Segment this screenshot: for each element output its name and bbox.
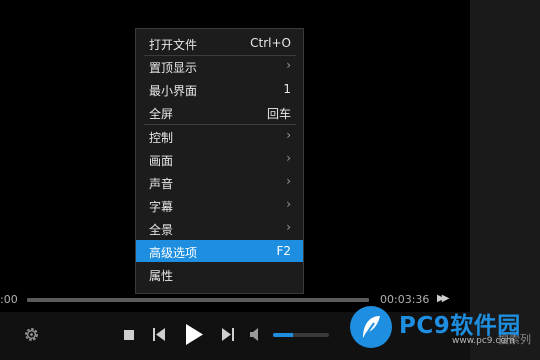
previous-icon[interactable]	[153, 328, 165, 341]
menu-item-label: 字幕	[149, 200, 174, 214]
menu-item-open-file[interactable]: 打开文件 Ctrl+O	[136, 32, 303, 54]
menu-item-label: 属性	[149, 269, 174, 283]
fast-forward-icon[interactable]: ▶▶	[437, 293, 450, 304]
volume-icon[interactable]	[250, 328, 264, 341]
menu-item-properties[interactable]: 属性	[136, 263, 303, 285]
watermark-url: www.pc9.com	[452, 336, 515, 346]
chevron-right-icon: ›	[286, 197, 291, 211]
menu-item-label: 置顶显示	[149, 61, 198, 75]
context-menu: 打开文件 Ctrl+O 置顶显示 › 最小界面 1 全屏 回车 控制 › 画面 …	[135, 28, 304, 294]
menu-item-label: 画面	[149, 154, 174, 168]
menu-item-always-on-top[interactable]: 置顶显示 ›	[136, 55, 303, 77]
watermark-title: PC9软件园	[399, 313, 521, 339]
volume-slider[interactable]	[273, 333, 329, 337]
menu-item-shortcut: Ctrl+O	[250, 36, 291, 50]
menu-item-subtitles[interactable]: 字幕 ›	[136, 194, 303, 216]
menu-item-shortcut: F2	[276, 244, 291, 258]
elapsed-time: :00	[0, 293, 18, 306]
chevron-right-icon: ›	[286, 151, 291, 165]
menu-item-minimal-ui[interactable]: 最小界面 1	[136, 78, 303, 100]
menu-item-shortcut: 回车	[266, 107, 291, 121]
menu-item-label: 全屏	[149, 107, 174, 121]
chevron-right-icon: ›	[286, 128, 291, 142]
menu-item-panorama[interactable]: 全景 ›	[136, 217, 303, 239]
chevron-right-icon: ›	[286, 220, 291, 234]
menu-item-label: 控制	[149, 131, 174, 145]
seek-bar[interactable]	[27, 298, 369, 302]
menu-item-shortcut: 1	[283, 82, 291, 96]
volume-level	[273, 333, 293, 337]
play-icon[interactable]	[185, 324, 203, 345]
menu-item-fullscreen[interactable]: 全屏 回车	[136, 101, 303, 123]
gear-icon[interactable]	[23, 326, 40, 343]
menu-item-advanced-options[interactable]: 高级选项 F2	[136, 240, 303, 262]
menu-item-audio[interactable]: 声音 ›	[136, 171, 303, 193]
pc9-logo-icon	[350, 306, 392, 348]
menu-item-picture[interactable]: 画面 ›	[136, 148, 303, 170]
menu-item-label: 高级选项	[149, 246, 198, 260]
menu-item-label: 全景	[149, 223, 174, 237]
menu-item-label: 打开文件	[149, 38, 198, 52]
next-icon[interactable]	[222, 328, 234, 341]
menu-item-control[interactable]: 控制 ›	[136, 125, 303, 147]
menu-item-label: 声音	[149, 177, 174, 191]
menu-item-label: 最小界面	[149, 84, 198, 98]
chevron-right-icon: ›	[286, 174, 291, 188]
chevron-right-icon: ›	[286, 58, 291, 72]
stop-icon[interactable]	[124, 330, 134, 340]
